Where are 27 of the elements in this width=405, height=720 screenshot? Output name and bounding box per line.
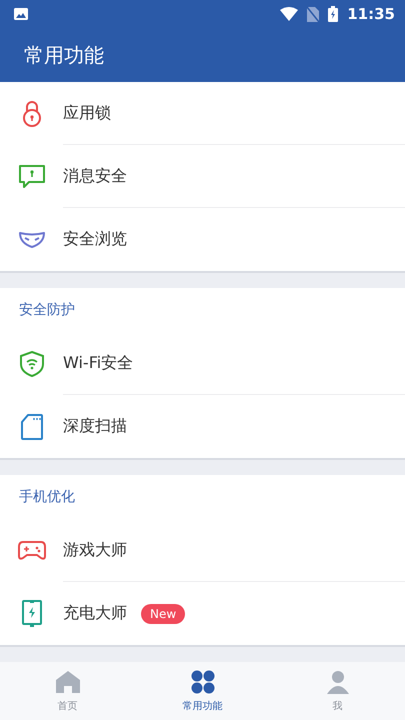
- battery-charging-icon: [328, 6, 338, 22]
- charging-phone-icon: [22, 600, 42, 628]
- message-icon: [18, 164, 44, 188]
- wifi-icon: [280, 7, 298, 21]
- wifi-shield-icon: [20, 350, 44, 376]
- section-header: 手机优化: [18, 488, 76, 507]
- nav-tab[interactable]: 常用功能: [135, 662, 270, 720]
- sd-card-icon: [20, 414, 42, 440]
- gamepad-icon: [18, 540, 46, 560]
- menu-item[interactable]: 消息安全: [63, 166, 127, 186]
- page-title: 常用功能: [24, 42, 104, 68]
- section-header: 安全防护: [18, 301, 76, 320]
- image-icon: [14, 8, 28, 20]
- no-sim-icon: [307, 6, 320, 22]
- menu-item[interactable]: 充电大师: [63, 603, 127, 624]
- padlock-icon: [20, 100, 42, 126]
- status-time: 11:35: [347, 5, 395, 23]
- mask-icon: [18, 232, 44, 248]
- menu-item[interactable]: 深度扫描: [63, 416, 127, 437]
- menu-item[interactable]: 游戏大师: [63, 540, 127, 560]
- home-icon: [54, 670, 80, 694]
- menu-item[interactable]: 安全浏览: [63, 229, 127, 250]
- menu-item[interactable]: Wi-Fi安全: [63, 352, 134, 374]
- menu-item[interactable]: 应用锁: [63, 102, 111, 124]
- new-badge: New: [141, 604, 186, 624]
- person-icon: [326, 670, 350, 694]
- four-dots-icon: [190, 670, 214, 694]
